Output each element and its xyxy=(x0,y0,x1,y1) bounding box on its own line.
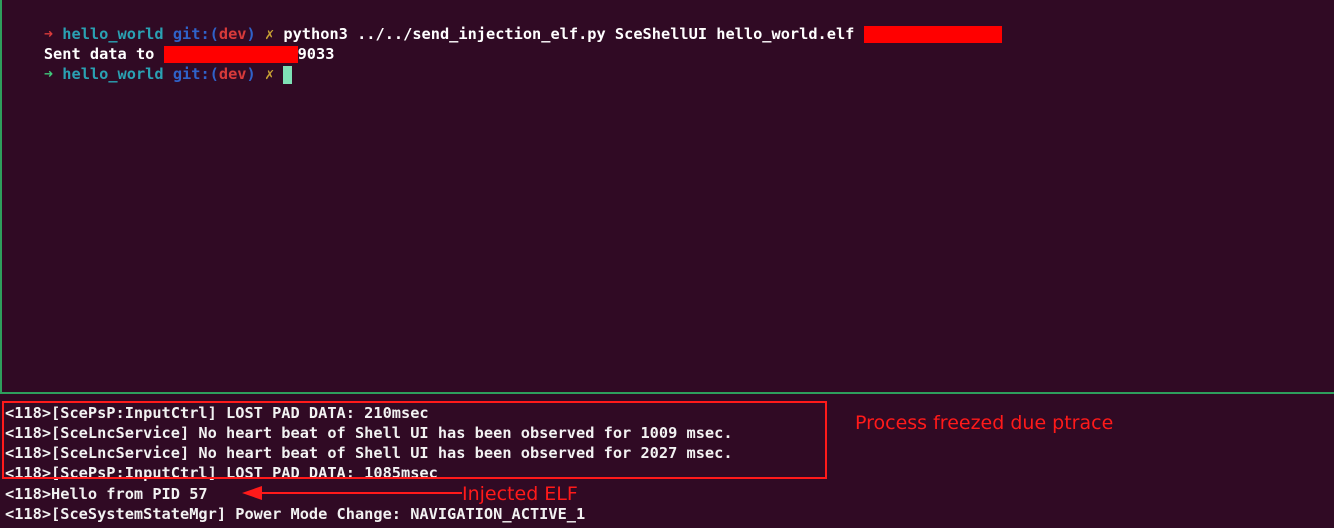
git-label: git:( xyxy=(172,65,219,83)
dirty-mark-icon: ✗ xyxy=(264,65,275,83)
current-prompt-line[interactable]: ➜ hello_world git:(dev) ✗ xyxy=(7,44,293,84)
redaction-bar xyxy=(863,26,1002,43)
command-text: python3 ../../send_injection_elf.py SceS… xyxy=(283,25,855,43)
prompt-arrow-icon: ➜ xyxy=(43,65,54,83)
git-close: ) xyxy=(246,65,256,83)
command-line: ➜ hello_world git:(dev) ✗ python3 ../../… xyxy=(7,4,1002,43)
annotation-box-label: Process freezed due ptrace xyxy=(855,412,1114,434)
log-line: <118>[SceSystemStateMgr] Power Mode Chan… xyxy=(5,505,586,523)
log-line: <118>Hello from PID 57 xyxy=(5,485,208,503)
sent-suffix: 9033 xyxy=(297,45,335,63)
output-line: Sent data to 9033 xyxy=(7,24,334,63)
text-cursor xyxy=(283,65,293,84)
annotation-box xyxy=(2,401,827,479)
top-terminal-pane[interactable]: ➜ hello_world git:(dev) ✗ python3 ../../… xyxy=(0,0,1334,392)
prompt-directory: hello_world xyxy=(62,65,164,83)
annotation-arrow-label: Injected ELF xyxy=(462,483,578,505)
git-branch: dev xyxy=(218,65,247,83)
annotation-arrow-icon xyxy=(242,486,462,500)
